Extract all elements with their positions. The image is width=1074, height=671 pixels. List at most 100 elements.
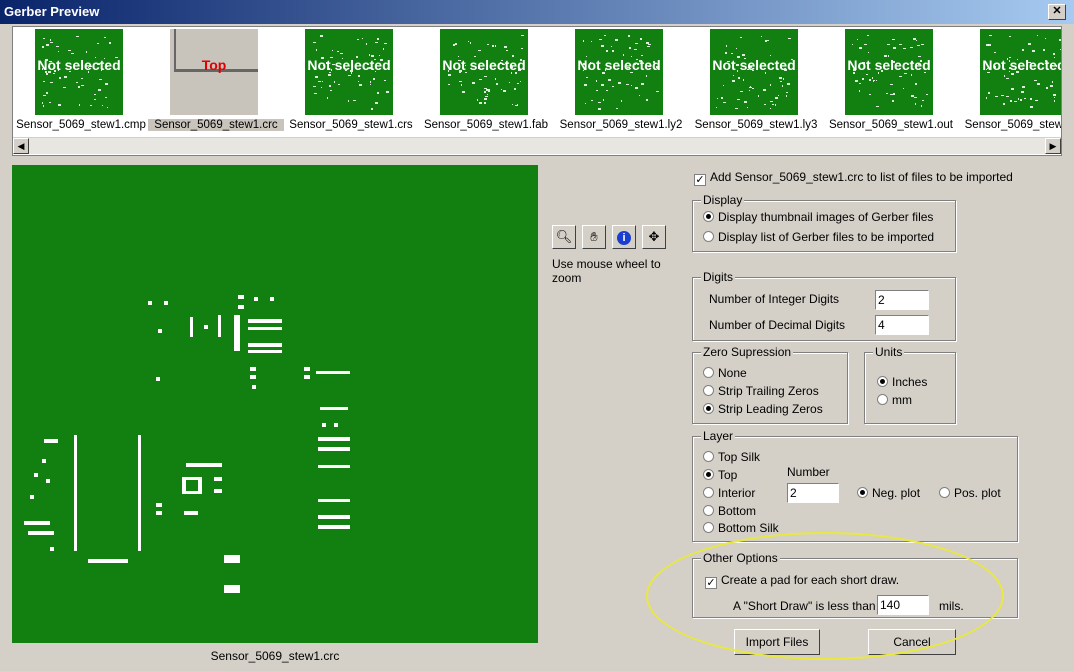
zero-leading-option[interactable]: Strip Leading Zeros <box>703 402 823 416</box>
thumbnail-overlay: Not selected <box>982 57 1062 73</box>
option-label: Interior <box>718 486 756 500</box>
thumbnail-image: Not selected <box>35 29 123 115</box>
radio-button[interactable] <box>703 522 714 533</box>
pos-plot-option[interactable]: Pos. plot <box>939 486 1001 500</box>
display-thumbnails-option[interactable]: Display thumbnail images of Gerber files <box>703 210 933 224</box>
radio-button[interactable] <box>703 231 714 242</box>
option-label: Display list of Gerber files to be impor… <box>718 230 935 244</box>
thumbnail-caption: Sensor_5069_stew1.fab <box>423 119 549 131</box>
decimal-digits-field[interactable]: 4 <box>875 315 929 335</box>
zero-suppression-group: Zero Supression None Strip Trailing Zero… <box>692 345 848 424</box>
thumbnail-overlay: Not selected <box>307 57 391 73</box>
thumbnail-caption: Sensor_5069_stew1.ly2 <box>559 119 683 131</box>
import-files-button[interactable]: Import Files <box>734 629 820 655</box>
info-icon: i <box>617 230 631 245</box>
close-button[interactable]: ✕ <box>1048 4 1066 20</box>
radio-button[interactable] <box>877 376 888 387</box>
radio-button[interactable] <box>703 451 714 462</box>
thumbnail-item[interactable]: Not selected Sensor_5069_stew1.cmp <box>13 27 149 139</box>
radio-button[interactable] <box>703 505 714 516</box>
thumbnail-overlay: Top <box>201 57 227 73</box>
thumbnail-scrollbar[interactable]: ◀ ▶ <box>13 137 1061 154</box>
display-group: Display Display thumbnail images of Gerb… <box>692 193 956 252</box>
preview-caption: Sensor_5069_stew1.crc <box>210 649 340 663</box>
radio-button[interactable] <box>703 403 714 414</box>
add-file-checkbox[interactable]: ✓ <box>694 174 706 186</box>
radio-button[interactable] <box>703 469 714 480</box>
layer-interior-option[interactable]: Interior <box>703 486 755 500</box>
thumbnail-item[interactable]: Not selected Sensor_5069_stew1.plc <box>958 27 1062 139</box>
units-inches-option[interactable]: Inches <box>877 375 927 389</box>
integer-digits-field[interactable]: 2 <box>875 290 929 310</box>
thumbnail-image: Not selected <box>575 29 663 115</box>
short-draw-field[interactable]: 140 <box>877 595 929 615</box>
layer-group: Layer Top Silk Top Interior Bottom Botto… <box>692 429 1018 542</box>
digits-group-label: Digits <box>701 270 736 284</box>
thumbnail-item[interactable]: Not selected Sensor_5069_stew1.out <box>823 27 959 139</box>
move-icon: ✥ <box>648 229 660 244</box>
thumbnail-item[interactable]: Not selected Sensor_5069_stew1.fab <box>418 27 554 139</box>
close-icon: ✕ <box>1052 5 1062 17</box>
scroll-right-button[interactable]: ▶ <box>1045 138 1061 154</box>
option-label: mm <box>892 393 912 407</box>
zero-suppression-group-label: Zero Supression <box>701 345 794 359</box>
option-label: None <box>718 366 747 380</box>
layer-number-field[interactable]: 2 <box>787 483 839 503</box>
add-file-checkbox-row[interactable]: ✓ Add Sensor_5069_stew1.crc to list of fi… <box>694 170 1013 186</box>
pan-tool-button[interactable]: ✋︎ <box>582 225 606 249</box>
thumbnail-overlay: Not selected <box>577 57 661 73</box>
arrow-left-icon: ◀ <box>17 141 25 151</box>
thumbnail-image: Not selected <box>440 29 528 115</box>
create-pad-checkbox-row[interactable]: ✓ Create a pad for each short draw. <box>705 573 899 589</box>
option-label: Bottom <box>718 504 757 518</box>
zero-none-option[interactable]: None <box>703 366 747 380</box>
units-group: Units Inches mm <box>864 345 956 424</box>
decimal-digits-label: Number of Decimal Digits <box>709 318 846 332</box>
thumbnail-caption: Sensor_5069_stew1.out <box>828 119 954 131</box>
create-pad-label: Create a pad for each short draw. <box>721 573 900 587</box>
layer-top-option[interactable]: Top <box>703 468 737 482</box>
layer-top-silk-option[interactable]: Top Silk <box>703 450 760 464</box>
radio-button[interactable] <box>703 385 714 396</box>
radio-button[interactable] <box>877 394 888 405</box>
short-draw-unit: mils. <box>939 599 964 613</box>
layer-bottom-silk-option[interactable]: Bottom Silk <box>703 521 779 535</box>
option-label: Strip Trailing Zeros <box>718 384 819 398</box>
display-list-option[interactable]: Display list of Gerber files to be impor… <box>703 230 934 244</box>
zoom-tool-button[interactable]: 🔍︎ <box>552 225 576 249</box>
radio-button[interactable] <box>703 367 714 378</box>
gerber-preview-canvas[interactable] <box>12 165 538 643</box>
thumbnail-strip: Not selected Sensor_5069_stew1.cmp Top S… <box>12 26 1062 156</box>
thumbnail-caption: Sensor_5069_stew1.crc <box>148 119 284 131</box>
thumbnail-overlay: Not selected <box>847 57 931 73</box>
thumbnail-item[interactable]: Not selected Sensor_5069_stew1.ly2 <box>553 27 689 139</box>
move-tool-button[interactable]: ✥ <box>642 225 666 249</box>
option-label: Pos. plot <box>954 486 1001 500</box>
option-label: Inches <box>892 375 928 389</box>
thumbnail-item[interactable]: Top Sensor_5069_stew1.crc <box>148 27 284 139</box>
layer-bottom-option[interactable]: Bottom <box>703 504 756 518</box>
create-pad-checkbox[interactable]: ✓ <box>705 577 717 589</box>
other-options-group: Other Options ✓ Create a pad for each sho… <box>692 551 1018 618</box>
units-mm-option[interactable]: mm <box>877 393 912 407</box>
info-tool-button[interactable]: i <box>612 225 636 249</box>
thumbnail-image: Not selected <box>305 29 393 115</box>
cancel-button[interactable]: Cancel <box>868 629 956 655</box>
add-file-label: Add Sensor_5069_stew1.crc to list of fil… <box>710 170 1013 184</box>
thumbnail-item[interactable]: Not selected Sensor_5069_stew1.crs <box>283 27 419 139</box>
thumbnail-caption: Sensor_5069_stew1.ly3 <box>694 119 818 131</box>
thumbnail-caption: Sensor_5069_stew1.crs <box>289 119 413 131</box>
display-group-label: Display <box>701 193 745 207</box>
option-label: Display thumbnail images of Gerber files <box>718 210 934 224</box>
radio-button[interactable] <box>703 211 714 222</box>
neg-plot-option[interactable]: Neg. plot <box>857 486 920 500</box>
radio-button[interactable] <box>703 487 714 498</box>
radio-button[interactable] <box>939 487 950 498</box>
scroll-left-button[interactable]: ◀ <box>13 138 29 154</box>
arrow-right-icon: ▶ <box>1049 141 1057 151</box>
layer-group-label: Layer <box>701 429 736 443</box>
thumbnail-item[interactable]: Not selected Sensor_5069_stew1.ly3 <box>688 27 824 139</box>
thumbnail-overlay: Not selected <box>37 57 121 73</box>
zero-trailing-option[interactable]: Strip Trailing Zeros <box>703 384 819 398</box>
radio-button[interactable] <box>857 487 868 498</box>
